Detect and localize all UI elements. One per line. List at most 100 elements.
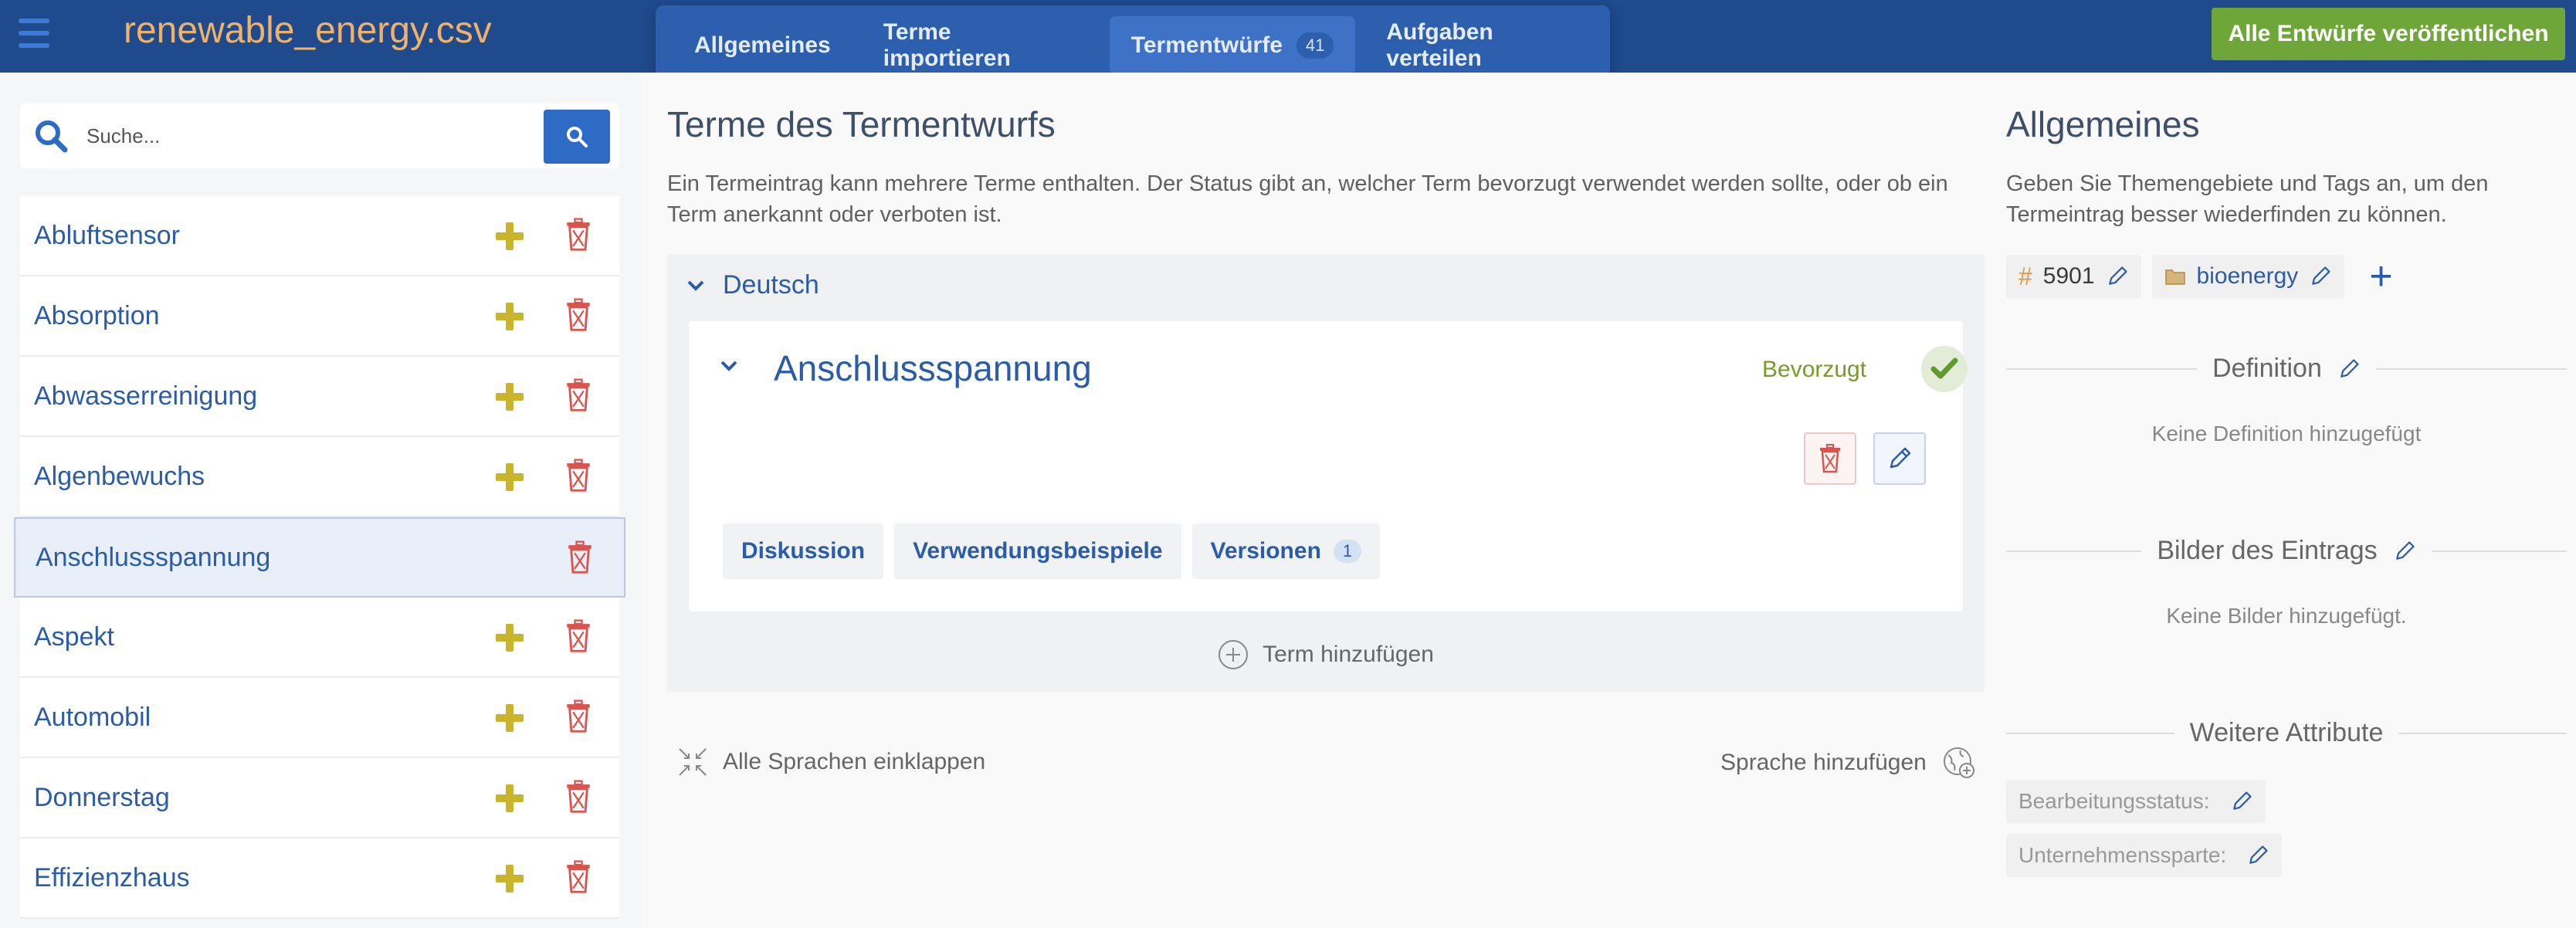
search-box (20, 103, 619, 168)
plus-circle-icon (1219, 640, 1249, 669)
sidebar-item-algenbewuchs[interactable]: Algenbewuchs (20, 437, 619, 517)
trash-icon[interactable] (565, 298, 591, 332)
definition-title: Definition (2212, 354, 2322, 383)
tab-versionen[interactable]: Versionen 1 (1191, 523, 1381, 579)
pencil-icon[interactable] (2337, 357, 2361, 381)
sidebar-item-label: Donnerstag (34, 782, 170, 812)
sidebar-item-automobil[interactable]: Automobil (20, 678, 619, 758)
top-bar: renewable_energy.csv Allgemeines Terme i… (0, 0, 2576, 86)
collapse-all-languages-button[interactable]: Alle Sprachen einklappen (676, 746, 985, 778)
add-icon[interactable] (494, 221, 525, 252)
tab-label: Versionen (1210, 538, 1321, 564)
pencil-icon[interactable] (2309, 265, 2332, 288)
language-panel: Deutsch Anschlussspannung Bevorzugt Disk… (667, 255, 1985, 692)
page-title: Terme des Termentwurfs (667, 104, 1056, 144)
tag-id-value: 5901 (2042, 263, 2095, 289)
add-icon[interactable] (494, 863, 525, 894)
collapse-all-label: Alle Sprachen einklappen (723, 749, 986, 774)
add-term-label: Term hinzufügen (1263, 642, 1434, 667)
edit-term-button[interactable] (1873, 432, 1926, 485)
add-term-button[interactable]: Term hinzufügen (667, 639, 1985, 670)
language-name: Deutsch (723, 270, 819, 300)
id-tag: # 5901 (2006, 255, 2141, 298)
status-label: Bevorzugt (1762, 357, 1867, 382)
add-language-label: Sprache hinzufügen (1720, 750, 1927, 775)
definition-empty-text: Keine Definition hinzugefügt (2151, 422, 2422, 445)
trash-icon[interactable] (565, 699, 591, 733)
tab-termentwuerfe[interactable]: Termentwürfe 41 (1109, 16, 1356, 75)
attribute-label: Unternehmenssparte: (2018, 843, 2227, 867)
publish-all-button[interactable]: Alle Entwürfe veröffentlichen (2212, 8, 2565, 60)
folder-icon (2164, 269, 2185, 285)
sidebar-item-abwasserreinigung[interactable]: Abwasserreinigung (20, 357, 619, 437)
search-icon (567, 127, 588, 147)
search-button[interactable] (544, 110, 610, 164)
sidebar-item-label: Abwasserreinigung (34, 381, 258, 411)
images-empty-text: Keine Bilder hinzugefügt. (2166, 604, 2407, 628)
tag-row: # 5901 bioenergy + (2006, 255, 2393, 298)
term-card-tabs: Diskussion Verwendungsbeispiele Versione… (723, 523, 1381, 579)
search-input[interactable] (86, 117, 534, 154)
term-card: Anschlussspannung Bevorzugt Diskussion V… (689, 321, 1968, 611)
term-name: Anschlussspannung (774, 348, 1092, 388)
check-icon[interactable] (1921, 346, 1968, 392)
attributes-title: Weitere Attribute (2189, 718, 2384, 747)
trash-icon[interactable] (567, 540, 593, 574)
sidebar-item-label: Anschlussspannung (36, 542, 271, 572)
sidebar-item-donnerstag[interactable]: Donnerstag (20, 758, 619, 838)
sidebar-item-label: Algenbewuchs (34, 461, 205, 491)
sidebar-item-effizienzhaus[interactable]: Effizienzhaus (20, 838, 619, 919)
attribute-bearbeitungsstatus: Bearbeitungsstatus: (2006, 780, 2266, 823)
trash-icon (1820, 444, 1840, 473)
trash-icon[interactable] (565, 780, 591, 814)
add-icon[interactable] (494, 783, 525, 814)
tab-verwendungsbeispiele[interactable]: Verwendungsbeispiele (894, 523, 1181, 579)
delete-term-button[interactable] (1804, 432, 1856, 485)
tab-allgemeines[interactable]: Allgemeines (673, 16, 852, 75)
pencil-icon[interactable] (2106, 265, 2129, 288)
hamburger-icon[interactable] (19, 19, 49, 48)
sidebar-item-label: Absorption (34, 300, 160, 330)
pencil-icon[interactable] (2393, 540, 2416, 563)
file-name: renewable_energy.csv (124, 10, 492, 51)
pencil-icon[interactable] (2246, 844, 2269, 867)
add-icon[interactable] (494, 301, 525, 332)
tab-label: Termentwürfe (1130, 32, 1283, 58)
add-icon[interactable] (494, 381, 525, 412)
language-header[interactable]: Deutsch (687, 270, 819, 300)
sidebar-item-anschlussspannung[interactable]: Anschlussspannung (14, 517, 625, 598)
tab-terme-importieren[interactable]: Terme importieren (862, 16, 1100, 75)
sidebar-item-abluftsensor[interactable]: Abluftsensor (20, 196, 619, 276)
trash-icon[interactable] (565, 378, 591, 412)
images-title: Bilder des Eintrags (2157, 536, 2378, 565)
trash-icon[interactable] (565, 218, 591, 252)
add-language-button[interactable]: Sprache hinzufügen (1720, 746, 1976, 780)
sidebar-item-absorption[interactable]: Absorption (20, 276, 619, 357)
info-panel: Allgemeines Geben Sie Themengebiete und … (1985, 73, 2576, 928)
tab-aufgaben-verteilen[interactable]: Aufgaben verteilen (1364, 16, 1610, 75)
add-tag-icon[interactable]: + (2369, 256, 2392, 296)
term-list: Abluftsensor Absorption Abwasserreinigung A… (14, 196, 625, 919)
tab-diskussion[interactable]: Diskussion (723, 523, 884, 579)
chevron-down-icon[interactable] (720, 360, 738, 372)
tab-label: Aufgaben verteilen (1386, 19, 1493, 71)
add-icon[interactable] (494, 462, 525, 493)
add-icon[interactable] (494, 622, 525, 653)
chevron-down-icon (687, 280, 704, 291)
trash-icon[interactable] (565, 860, 591, 894)
trash-icon[interactable] (565, 619, 591, 653)
sidebar: Abluftsensor Absorption Abwasserreinigung A… (0, 73, 641, 928)
sidebar-item-label: Aspekt (34, 621, 114, 652)
versions-count-badge: 1 (1333, 540, 1362, 563)
sidebar-item-aspekt[interactable]: Aspekt (20, 598, 619, 678)
pencil-icon[interactable] (2230, 790, 2253, 813)
attributes-section-header: Weitere Attribute (2006, 718, 2567, 748)
hash-icon: # (2018, 262, 2032, 290)
sidebar-item-label: Effizienzhaus (34, 862, 190, 892)
add-icon[interactable] (494, 703, 525, 733)
tab-label: Terme importieren (883, 19, 1011, 71)
topic-value[interactable]: bioenergy (2197, 263, 2299, 290)
topic-tag: bioenergy (2151, 255, 2345, 298)
trash-icon[interactable] (565, 459, 591, 493)
sidebar-item-label: Abluftsensor (34, 220, 180, 250)
